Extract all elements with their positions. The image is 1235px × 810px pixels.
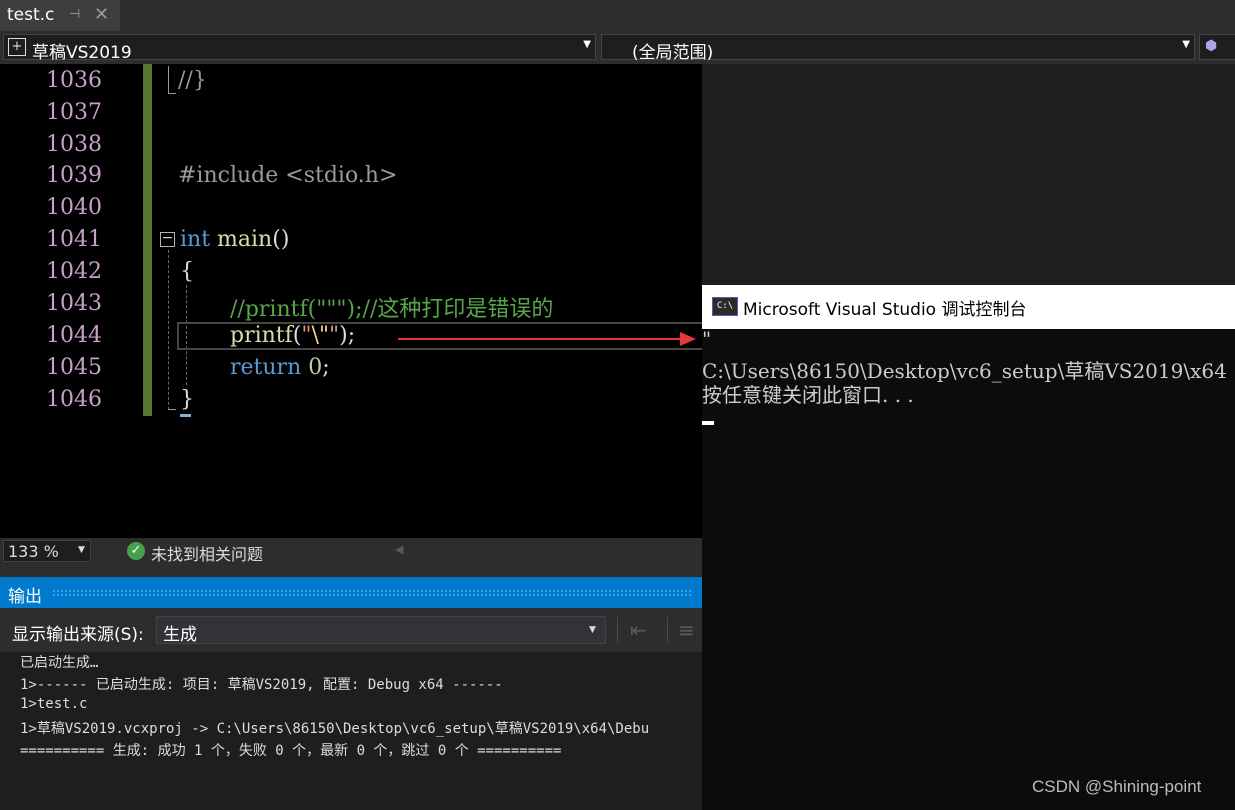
string-quote: " [329, 323, 340, 348]
output-line: ========== 生成: 成功 1 个，失败 0 个，最新 0 个，跳过 0… [20, 743, 562, 759]
output-source-value: 生成 [163, 625, 197, 645]
console-line: " [702, 327, 712, 351]
line-number: 1044 [46, 323, 102, 348]
cube-icon: ⬢ [1205, 38, 1218, 54]
pin-icon[interactable]: ⊣ [69, 7, 80, 22]
document-tab-strip: test.c ⊣ ✕ [0, 0, 1235, 31]
keyword-int: int [180, 227, 211, 252]
output-toolbar: 显示输出来源(S): 生成 ▼ ⇤ ≡ [0, 608, 702, 652]
project-name: 草稿VS2019 [32, 43, 132, 63]
project-icon: + [8, 38, 26, 56]
change-tracking-bar [143, 64, 152, 416]
text-cursor [180, 414, 191, 417]
semicolon: ; [322, 355, 330, 380]
debug-console-window[interactable]: C:\ Microsoft Visual Studio 调试控制台 " C:\U… [702, 285, 1235, 810]
code-line-1045: return 0; [230, 355, 330, 380]
line-number: 1041 [46, 227, 102, 252]
chevron-down-icon: ▼ [583, 39, 591, 50]
output-line: 1>------ 已启动生成: 项目: 草稿VS2019, 配置: Debug … [20, 677, 503, 693]
output-source-dropdown[interactable]: 生成 ▼ [156, 616, 606, 645]
parens: () [272, 227, 290, 252]
next-message-icon[interactable]: ≡ [678, 618, 695, 642]
string-quote: " [301, 323, 312, 348]
zoom-dropdown[interactable]: 133 % ▼ [3, 540, 91, 562]
tab-title: test.c [7, 5, 55, 25]
panel-drag-grip[interactable] [52, 589, 692, 597]
function-main: main [210, 227, 273, 252]
line-number: 1037 [46, 100, 102, 125]
chevron-down-icon: ▼ [78, 545, 85, 555]
console-title-bar[interactable]: C:\ Microsoft Visual Studio 调试控制台 [702, 285, 1235, 329]
output-line: 已启动生成… [20, 655, 99, 671]
line-number: 1043 [46, 291, 102, 316]
paren-close: ); [339, 323, 356, 348]
line-number: 1039 [46, 163, 102, 188]
output-line: 1>草稿VS2019.vcxproj -> C:\Users\86150\Des… [20, 721, 650, 737]
toolbar-separator [667, 617, 668, 643]
output-panel-header: 输出 [0, 577, 702, 608]
zoom-level: 133 % [8, 542, 59, 561]
line-number: 1042 [46, 259, 102, 284]
output-line: 1>test.c [20, 696, 88, 712]
console-line: 按任意键关闭此窗口. . . [702, 383, 914, 407]
line-number: 1046 [46, 387, 102, 412]
editor-status-bar: 133 % ▼ ✓ 未找到相关问题 ◀ [0, 538, 702, 565]
panel-splitter[interactable] [0, 565, 702, 577]
number-literal: 0 [301, 355, 323, 380]
outline-guide-end [168, 93, 176, 94]
code-line-1041: int main() [180, 227, 289, 252]
code-line-1046: } [180, 387, 194, 412]
collapse-icon[interactable]: − [160, 231, 175, 247]
scope-name: (全局范围) [632, 43, 714, 63]
line-number: 1040 [46, 195, 102, 220]
source-label: 显示输出来源(S): [12, 625, 144, 645]
code-line-1042: { [180, 259, 194, 284]
function-printf: printf [230, 323, 293, 348]
output-title: 输出 [8, 587, 42, 607]
navigation-bar: + 草稿VS2019 ▼ (全局范围) ▼ ⬢ [0, 31, 1235, 64]
output-text-area[interactable]: 已启动生成… 1>------ 已启动生成: 项目: 草稿VS2019, 配置:… [0, 652, 702, 810]
member-dropdown[interactable]: ⬢ [1199, 34, 1235, 60]
find-message-icon[interactable]: ⇤ [630, 618, 647, 642]
line-number: 1036 [46, 68, 102, 93]
close-icon[interactable]: ✕ [94, 4, 109, 25]
escape-sequence: \" [311, 323, 330, 348]
line-number: 1045 [46, 355, 102, 380]
annotation-arrow-head [680, 332, 696, 346]
check-circle-icon: ✓ [127, 542, 145, 560]
keyword-return: return [230, 355, 302, 380]
code-line-1036: //} [178, 68, 207, 93]
outline-guide-end [168, 409, 176, 410]
toolbar-separator [617, 617, 618, 643]
scope-dropdown[interactable]: (全局范围) ▼ [601, 34, 1195, 63]
tab-test-c[interactable]: test.c ⊣ ✕ [0, 0, 120, 31]
issues-status[interactable]: 未找到相关问题 [151, 541, 263, 565]
code-line-1044: printf("\""); [230, 323, 355, 348]
outline-guide [168, 66, 169, 94]
line-number: 1038 [46, 132, 102, 157]
project-dropdown[interactable]: + 草稿VS2019 ▼ [3, 34, 596, 63]
console-title: Microsoft Visual Studio 调试控制台 [743, 300, 1027, 320]
outline-guide [168, 250, 169, 410]
code-line-1039: #include <stdio.h> [178, 163, 398, 188]
console-icon: C:\ [712, 297, 738, 316]
annotation-arrow-line [398, 338, 682, 340]
chevron-down-icon: ▼ [589, 625, 596, 635]
chevron-down-icon: ▼ [1182, 39, 1190, 50]
console-cursor [702, 421, 714, 425]
code-line-1043: //printf(""");//这种打印是错误的 [230, 297, 554, 322]
watermark: CSDN @Shining-point [1032, 777, 1202, 796]
scroll-left-icon[interactable]: ◀ [395, 543, 403, 556]
